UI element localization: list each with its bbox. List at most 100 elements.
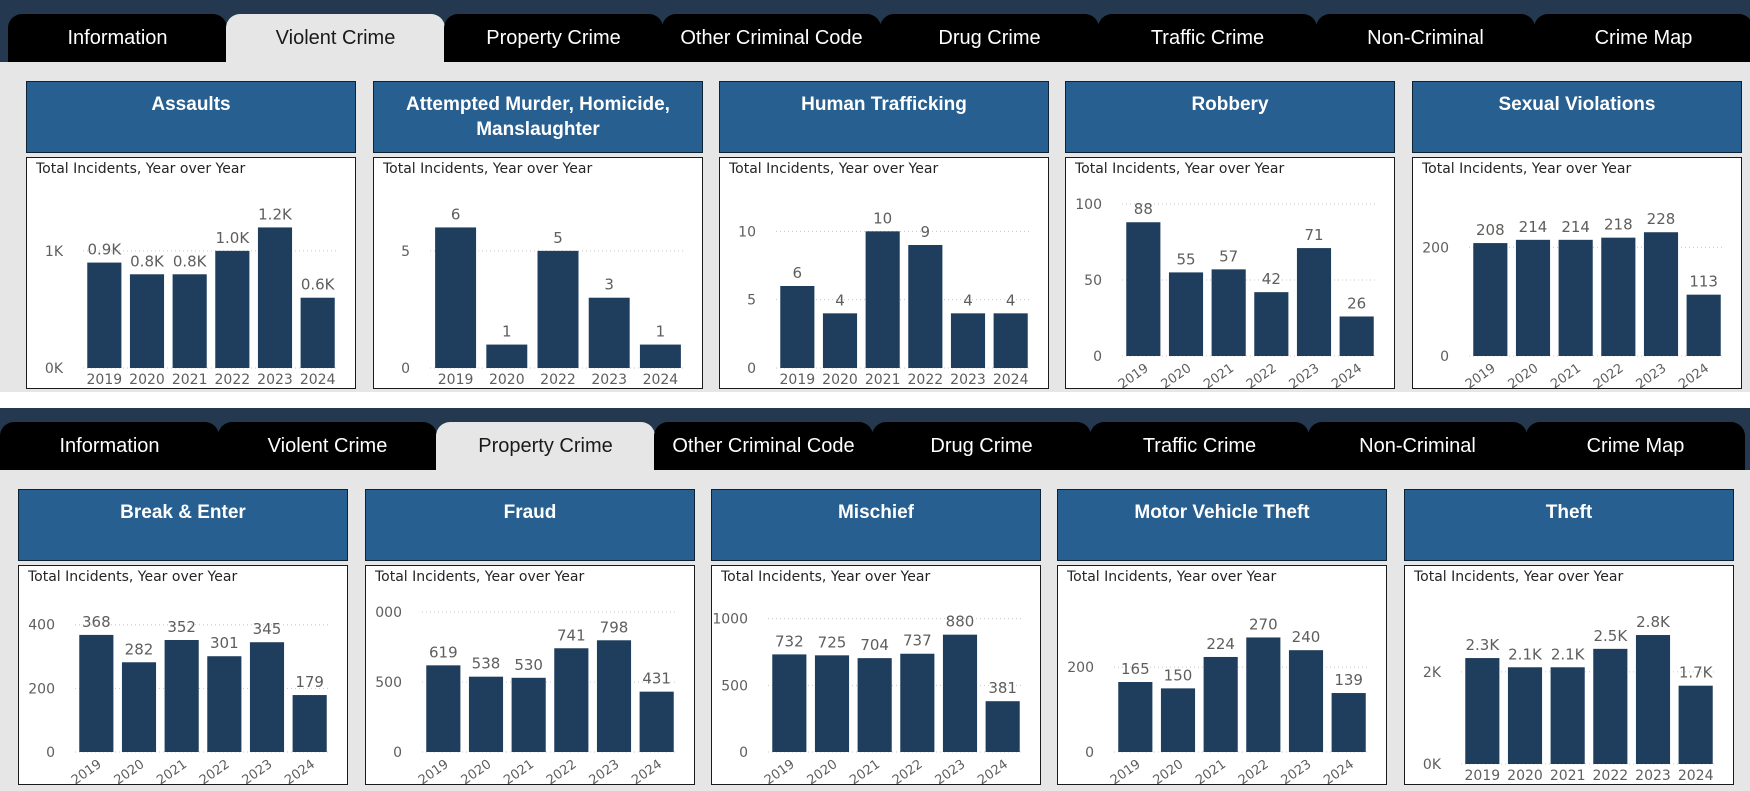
bar-2022[interactable] [207, 656, 242, 752]
bar-2023[interactable] [596, 640, 632, 752]
bar-2020[interactable] [1168, 272, 1204, 356]
data-label: 282 [125, 640, 154, 658]
assaults-bar-chart[interactable]: 0K 1K 0.9K 2019 0.8K 2020 0.8K 2021 1.0K 2022 1.2K… [27, 180, 355, 388]
motor-vehicle-theft-chart-card[interactable]: Total Incidents, Year over Year 0 200 165 20… [1057, 565, 1387, 785]
break-enter-bar-chart[interactable]: 0 200 400 368 2019 282 2020 352 2021 301 2022 345 20… [19, 588, 347, 784]
bar-2020[interactable] [486, 344, 528, 368]
bar-2022[interactable] [1254, 292, 1289, 356]
tab-traffic-crime[interactable]: Traffic Crime [1090, 422, 1309, 470]
bar-2024[interactable] [1686, 294, 1721, 356]
human-trafficking-bar-chart[interactable]: 0 5 10 6 2019 4 2020 10 2021 9 2022 4 2023 4 2024 [720, 180, 1048, 388]
bar-2021[interactable] [1558, 239, 1593, 356]
bar-2020[interactable] [468, 676, 504, 752]
bar-2021[interactable] [865, 231, 900, 368]
tab-violent-crime[interactable]: Violent Crime [218, 422, 437, 470]
bar-2023[interactable] [1635, 635, 1671, 764]
bar-2024[interactable] [292, 695, 327, 752]
tab-violent-crime[interactable]: Violent Crime [226, 14, 445, 62]
tab-drug-crime[interactable]: Drug Crime [872, 422, 1091, 470]
bar-2021[interactable] [511, 677, 546, 752]
assaults-chart-card[interactable]: Total Incidents, Year over Year 0K 1K 0.9K 2… [26, 157, 356, 389]
tab-drug-crime[interactable]: Drug Crime [880, 14, 1099, 62]
bar-2019[interactable] [435, 227, 477, 368]
bar-2020[interactable] [814, 655, 850, 752]
bar-2022[interactable] [1593, 648, 1628, 764]
bar-2022[interactable] [1246, 637, 1281, 752]
bar-2020[interactable] [822, 313, 858, 368]
motor-vehicle-theft-bar-chart[interactable]: 0 200 165 2019 150 2020 224 2021 270 2022 240 2023 1… [1058, 588, 1386, 784]
bar-2024[interactable] [300, 297, 335, 368]
bar-2024[interactable] [639, 344, 681, 368]
bar-2021[interactable] [1211, 269, 1246, 356]
tab-information[interactable]: Information [0, 422, 219, 470]
tab-crime-map[interactable]: Crime Map [1526, 422, 1745, 470]
bar-2023[interactable] [1288, 650, 1324, 752]
bar-2024[interactable] [985, 701, 1020, 752]
bar-2019[interactable] [79, 634, 114, 752]
bar-2022[interactable] [554, 648, 589, 752]
bar-2023[interactable] [588, 297, 630, 368]
bar-2024[interactable] [1678, 685, 1713, 764]
bar-2022[interactable] [537, 250, 579, 368]
bar-2023[interactable] [257, 227, 293, 368]
bar-2022[interactable] [908, 245, 943, 368]
bar-2022[interactable] [1601, 237, 1636, 356]
tab-crime-map[interactable]: Crime Map [1534, 14, 1750, 62]
bar-2024[interactable] [993, 313, 1028, 368]
bar-2024[interactable] [639, 691, 674, 752]
sexual-violations-bar-chart[interactable]: 0 200 208 2019 214 2020 214 2021 218 2022 228 2023 1… [1413, 180, 1741, 388]
mischief-chart-card[interactable]: Total Incidents, Year over Year 0 500 1000 7… [711, 565, 1041, 785]
sexual-violations-chart-card[interactable]: Total Incidents, Year over Year 0 200 208 20… [1412, 157, 1742, 389]
bar-2021[interactable] [172, 274, 207, 368]
bar-2019[interactable] [1465, 658, 1500, 764]
tab-non-criminal[interactable]: Non-Criminal [1316, 14, 1535, 62]
tab-information[interactable]: Information [8, 14, 227, 62]
bar-2023[interactable] [1643, 232, 1679, 356]
bar-2022[interactable] [215, 250, 250, 368]
y-tick-label: 10 [738, 224, 756, 240]
tab-other-criminal-code[interactable]: Other Criminal Code [654, 422, 873, 470]
bar-2020[interactable] [1515, 239, 1551, 356]
theft-chart-card[interactable]: Total Incidents, Year over Year 0K 2K 2.3K 2… [1404, 565, 1734, 785]
bar-2019[interactable] [426, 665, 461, 752]
bar-2019[interactable] [1473, 243, 1508, 356]
attempted-murder-homicide-manslaughter-chart-card[interactable]: Total Incidents, Year over Year 0 5 6 2019 1 2… [373, 157, 703, 389]
bar-2023[interactable] [942, 634, 978, 752]
tab-non-criminal[interactable]: Non-Criminal [1308, 422, 1527, 470]
fraud-chart-card[interactable]: Total Incidents, Year over Year 0 500 000 61… [365, 565, 695, 785]
bar-2022[interactable] [900, 653, 935, 752]
bar-2023[interactable] [950, 313, 986, 368]
bar-2024[interactable] [1331, 693, 1366, 752]
attempted-murder-homicide-manslaughter-bar-chart[interactable]: 0 5 6 2019 1 2020 5 2022 3 2023 1 2024 [374, 180, 702, 388]
robbery-chart-card[interactable]: Total Incidents, Year over Year 0 50 100 88 2… [1065, 157, 1395, 389]
bar-2023[interactable] [1296, 248, 1332, 356]
bar-2023[interactable] [249, 642, 285, 752]
break-enter-chart-card[interactable]: Total Incidents, Year over Year 0 200 400 36… [18, 565, 348, 785]
bar-2020[interactable] [129, 274, 165, 368]
bar-2024[interactable] [1339, 316, 1374, 356]
bar-2021[interactable] [857, 658, 892, 752]
bar-2021[interactable] [1203, 656, 1238, 752]
robbery-bar-chart[interactable]: 0 50 100 88 2019 55 2020 57 2021 42 2022 71 2023 26 20… [1066, 180, 1394, 388]
data-label: 224 [1206, 635, 1235, 653]
bar-2021[interactable] [164, 640, 199, 752]
bar-2019[interactable] [1126, 222, 1161, 356]
fraud-bar-chart[interactable]: 0 500 000 619 2019 538 2020 530 2021 741 2022 798 20… [366, 588, 694, 784]
bar-2019[interactable] [87, 262, 122, 368]
tab-other-criminal-code[interactable]: Other Criminal Code [662, 14, 881, 62]
mischief-bar-chart[interactable]: 0 500 1000 732 2019 725 2020 704 2021 737 2022 880 2… [712, 588, 1040, 784]
tab-property-crime[interactable]: Property Crime [444, 14, 663, 62]
x-tick-label: 2021 [1201, 361, 1237, 388]
bar-2019[interactable] [1118, 682, 1153, 752]
bar-2020[interactable] [121, 662, 157, 752]
human-trafficking-chart-card[interactable]: Total Incidents, Year over Year 0 5 10 6 2019… [719, 157, 1049, 389]
bar-2019[interactable] [780, 286, 815, 368]
theft-bar-chart[interactable]: 0K 2K 2.3K 2019 2.1K 2020 2.1K 2021 2.5K 2022 2.8K… [1405, 588, 1733, 784]
bar-2020[interactable] [1160, 688, 1196, 752]
bar-2020[interactable] [1507, 667, 1543, 764]
tab-bar: Information Violent Crime Property Crime… [0, 0, 1750, 62]
tab-traffic-crime[interactable]: Traffic Crime [1098, 14, 1317, 62]
bar-2019[interactable] [772, 654, 807, 752]
tab-property-crime[interactable]: Property Crime [436, 422, 655, 470]
bar-2021[interactable] [1550, 667, 1585, 764]
